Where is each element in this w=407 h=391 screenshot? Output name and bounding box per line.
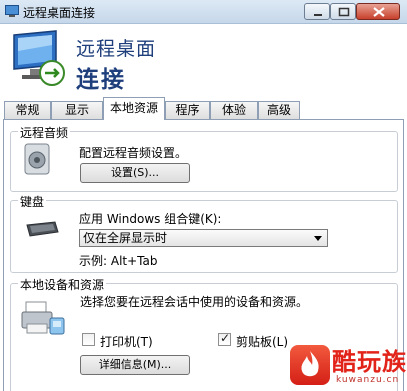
banner-title-line2: 连接: [76, 67, 126, 93]
tab-advanced[interactable]: 高级: [258, 101, 300, 119]
audio-settings-button[interactable]: 设置(S)...: [80, 163, 190, 183]
title-bar: 远程桌面连接: [0, 0, 407, 24]
clipboard-label: 剪贴板(L): [236, 335, 289, 349]
watermark-logo-icon: [290, 345, 330, 385]
clipboard-checkbox[interactable]: ✓: [218, 331, 231, 346]
watermark: 酷玩族 kuwanzu.cn: [288, 342, 407, 391]
keyboard-example: 示例: Alt+Tab: [79, 254, 158, 268]
maximize-button[interactable]: [330, 3, 356, 20]
tab-local-resources[interactable]: 本地资源: [103, 97, 165, 120]
audio-description: 配置远程音频设置。: [79, 146, 188, 160]
keyboard-icon: [26, 221, 59, 237]
close-icon: [373, 7, 385, 17]
close-button[interactable]: [356, 3, 400, 20]
printer-device-icon: [21, 301, 65, 335]
checkmark-icon: ✓: [220, 331, 231, 345]
devices-description: 选择您要在远程会话中使用的设备和资源。: [80, 295, 309, 309]
minimize-icon: [314, 14, 322, 16]
keyboard-combo-dropdown[interactable]: 仅在全屏显示时: [79, 229, 328, 247]
tab-general[interactable]: 常规: [4, 101, 51, 119]
printer-checkbox[interactable]: [82, 333, 95, 346]
keyboard-combo-label: 应用 Windows 组合键(K):: [79, 212, 222, 226]
tab-strip: 常规 显示 本地资源 程序 体验 高级: [0, 96, 407, 120]
keyboard-title: 键盘: [18, 193, 47, 210]
flame-icon: [301, 351, 319, 377]
watermark-brand: 酷玩族: [332, 348, 407, 376]
maximize-icon: [338, 7, 350, 17]
banner-title-line1: 远程桌面: [76, 38, 157, 60]
tab-programs[interactable]: 程序: [165, 101, 210, 119]
keyboard-combo-selected: 仅在全屏显示时: [83, 231, 168, 245]
window-title: 远程桌面连接: [23, 6, 96, 20]
local-devices-title: 本地设备和资源: [18, 276, 107, 293]
watermark-domain: kuwanzu.cn: [336, 375, 400, 385]
tab-display[interactable]: 显示: [51, 101, 103, 119]
remote-audio-group: 远程音频: [10, 124, 398, 192]
remote-desktop-icon: [5, 5, 19, 17]
banner: 远程桌面 连接: [0, 24, 407, 96]
chevron-down-icon: [314, 236, 322, 241]
printer-label: 打印机(T): [100, 335, 153, 349]
details-button[interactable]: 详细信息(M)...: [80, 355, 190, 375]
minimize-button[interactable]: [304, 3, 330, 20]
remote-audio-title: 远程音频: [18, 124, 71, 141]
speaker-icon: [24, 143, 50, 175]
tab-experience[interactable]: 体验: [210, 101, 258, 119]
remote-desktop-logo-icon: [13, 30, 65, 86]
